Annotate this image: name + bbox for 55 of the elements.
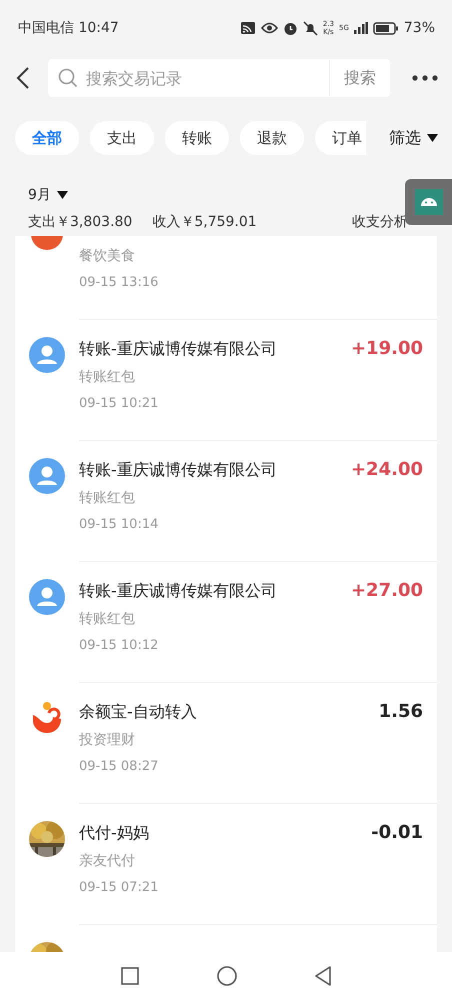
transaction-amount: +27.00 <box>350 579 423 603</box>
transaction-time: 09-15 13:16 <box>79 275 160 290</box>
transaction-category: 转账红包 <box>79 610 136 628</box>
floating-button[interactable] <box>405 179 452 225</box>
transaction-category: 投资理财 <box>79 731 136 749</box>
transaction-category: 转账红包 <box>79 368 136 386</box>
expense-total: 支出￥3,803.80 <box>28 213 132 231</box>
transaction-category: 亲友代付 <box>79 852 136 870</box>
search-icon <box>58 68 78 88</box>
cast-icon <box>240 21 256 35</box>
fund-logo-icon <box>31 701 63 735</box>
transaction-amount: -0.01 <box>371 821 423 845</box>
transaction-amount: +19.00 <box>350 337 423 361</box>
transaction-category: 餐饮美食 <box>79 247 136 265</box>
more-icon[interactable] <box>412 75 438 81</box>
transaction-time: 09-15 10:14 <box>79 517 160 532</box>
muted-bell-icon <box>302 20 318 36</box>
user-avatar-icon <box>29 458 65 494</box>
transaction-time: 09-15 08:27 <box>79 759 160 774</box>
back-nav-icon[interactable] <box>315 966 331 986</box>
android-icon <box>414 189 442 215</box>
eye-icon <box>260 22 278 34</box>
transaction-time: 09-15 10:21 <box>79 396 160 411</box>
battery-icon <box>372 22 399 34</box>
caret-icon <box>427 134 438 142</box>
transaction-category: 转账红包 <box>79 489 136 507</box>
back-icon[interactable] <box>16 66 30 90</box>
filter-tab[interactable]: 全部 <box>15 121 79 155</box>
recent-apps-icon[interactable] <box>121 967 139 985</box>
filter-tab[interactable]: 转账 <box>165 121 229 155</box>
transaction-time: 09-15 10:12 <box>79 638 160 653</box>
search-field[interactable]: 搜索交易记录 搜索 <box>48 59 390 97</box>
filter-tab[interactable]: 支出 <box>90 121 154 155</box>
filter-tab[interactable]: 退款 <box>240 121 304 155</box>
transaction-title: 代付-妈妈 <box>79 822 150 844</box>
transaction-title: 转账-重庆诚博传媒有限公司 <box>79 459 278 481</box>
filter-tab[interactable]: 订单 <box>315 121 366 155</box>
battery-percent: 73% <box>404 20 435 36</box>
user-avatar-icon <box>29 579 65 615</box>
home-icon[interactable] <box>217 966 237 986</box>
carrier-time: 中国电信 10:47 <box>18 19 119 37</box>
transaction-title: 转账-重庆诚博传媒有限公司 <box>79 580 278 602</box>
transaction-amount: 1.56 <box>378 700 423 724</box>
transaction-time: 09-15 07:21 <box>79 880 160 895</box>
transaction-title: 余额宝-自动转入 <box>79 701 198 723</box>
transaction-amount: +24.00 <box>350 458 423 482</box>
income-total: 收入￥5,759.01 <box>152 213 257 231</box>
transaction-title: 转账-重庆诚博传媒有限公司 <box>79 338 278 360</box>
caret-icon <box>56 191 68 199</box>
search-button[interactable]: 搜索 <box>336 59 390 97</box>
user-avatar-icon <box>29 337 65 373</box>
signal-icon <box>354 22 368 34</box>
alarm-icon <box>282 20 298 36</box>
analysis-link[interactable]: 收支分析 <box>352 213 408 231</box>
month-selector[interactable]: 9月 <box>28 186 68 204</box>
